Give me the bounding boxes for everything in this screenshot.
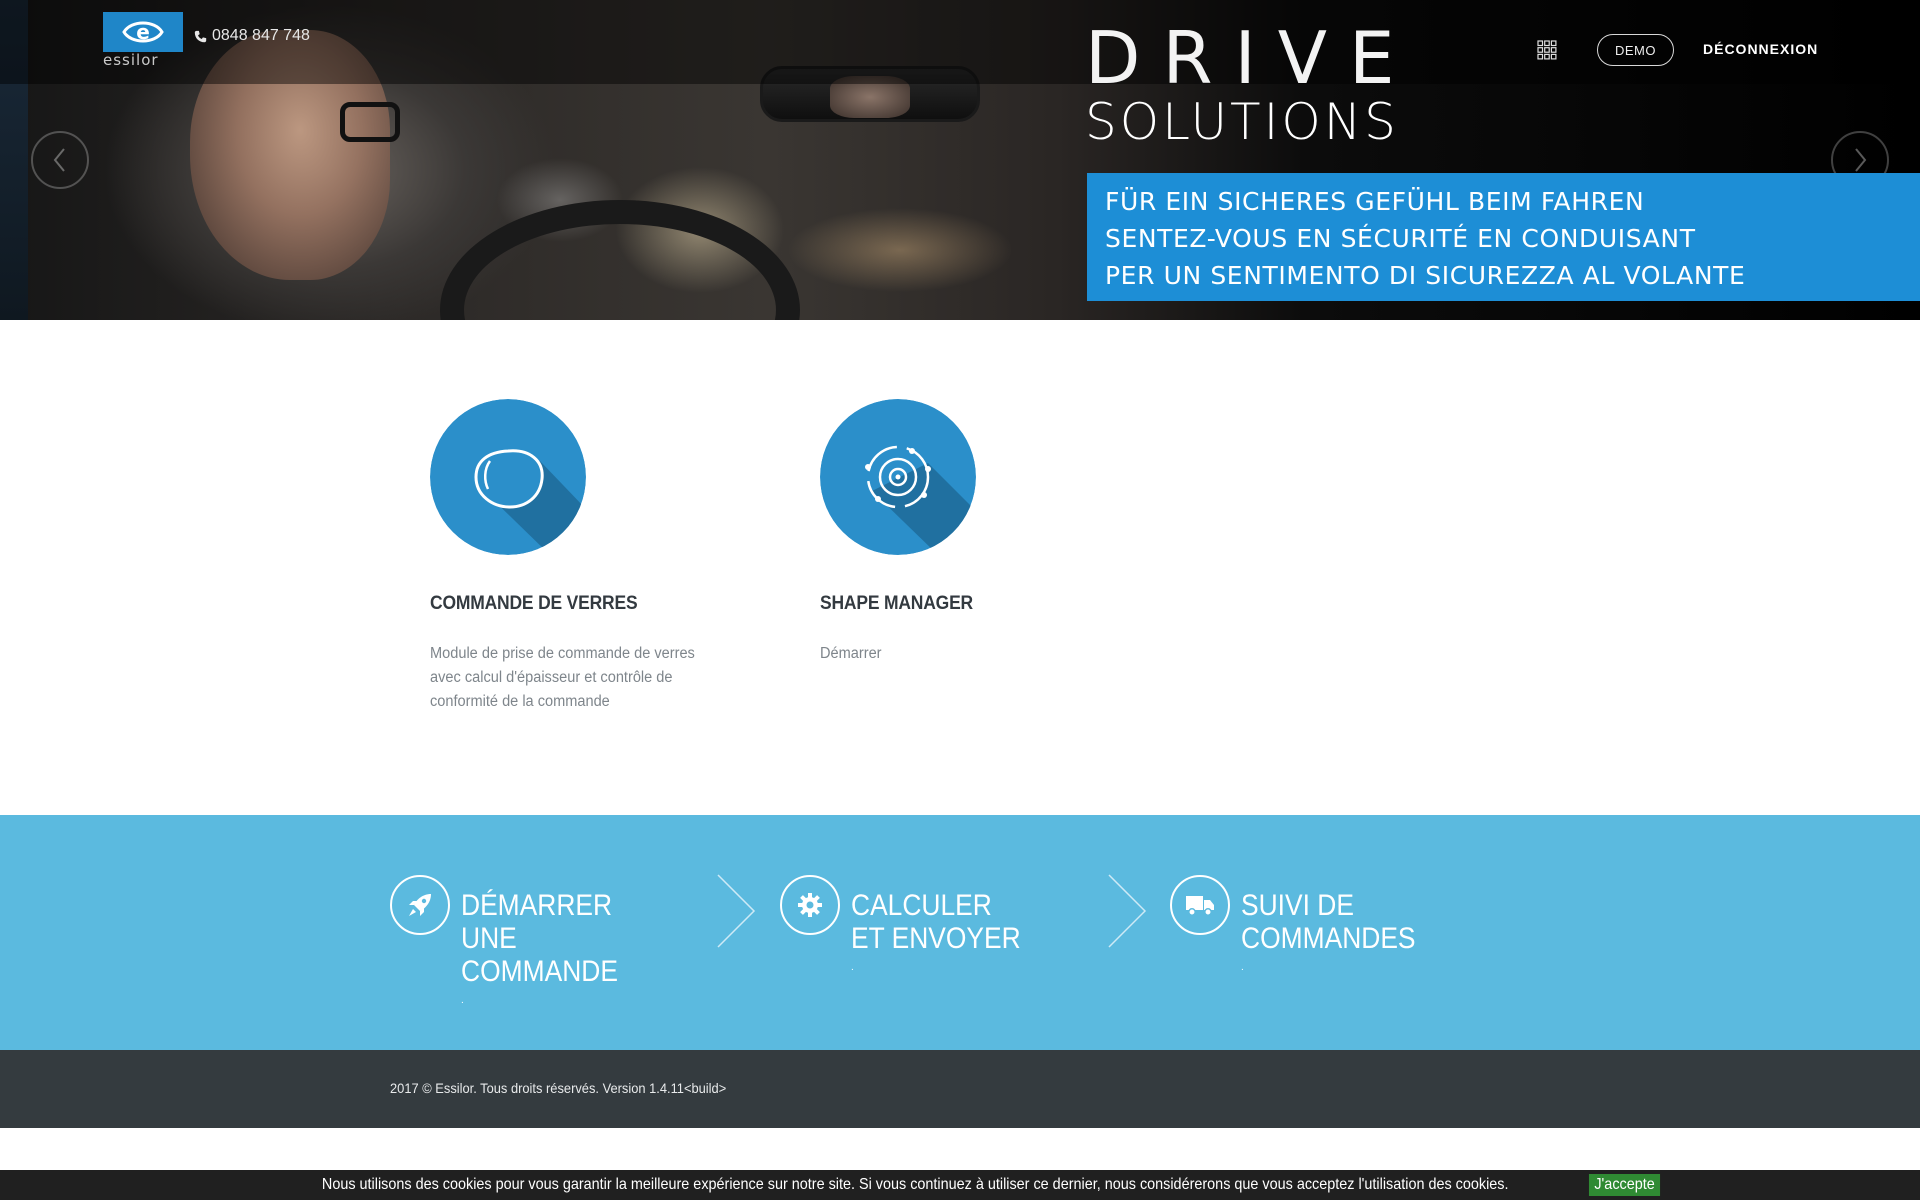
hero-steering-wheel <box>440 200 800 320</box>
footer-copyright: 2017 © Essilor. Tous droits réservés. Ve… <box>390 1080 727 1096</box>
svg-text:e: e <box>136 20 150 44</box>
module-shape-manager[interactable]: SHAPE MANAGER Démarrer <box>820 399 1140 666</box>
phone-contact[interactable]: 0848 847 748 <box>194 27 310 45</box>
cookie-message: Nous utilisons des cookies pour vous gar… <box>322 1176 1509 1193</box>
hero-banner: e essilor 0848 847 748 DRIVE SOLUTIONS F… <box>0 0 1920 320</box>
carousel-prev-button[interactable] <box>31 131 89 189</box>
essilor-logo-mark: e <box>103 12 183 52</box>
step-dot: . <box>851 962 854 973</box>
hero-tagline-de: FÜR EIN SICHERES GEFÜHL BEIM FAHREN <box>1105 187 1645 216</box>
logout-link[interactable]: DÉCONNEXION <box>1703 41 1818 57</box>
apps-grid-button[interactable] <box>1537 40 1557 60</box>
step-label: CALCULER ET ENVOYER <box>851 889 1021 955</box>
phone-number: 0848 847 748 <box>212 27 310 44</box>
hero-title-drive: DRIVE <box>1085 16 1417 100</box>
cookie-banner: Nous utilisons des cookies pour vous gar… <box>0 1170 1920 1200</box>
essilor-eye-icon: e <box>122 20 164 44</box>
essilor-logo[interactable]: e essilor <box>103 12 183 68</box>
hero-title-solutions: SOLUTIONS <box>1085 93 1399 151</box>
module-commande-de-verres[interactable]: COMMANDE DE VERRES Module de prise de co… <box>430 399 750 714</box>
module-title[interactable]: COMMANDE DE VERRES <box>430 593 724 615</box>
step-start-order[interactable]: DÉMARRER UNE COMMANDE . <box>390 875 661 1006</box>
step-chevron-icon <box>1108 874 1147 948</box>
demo-button[interactable]: DEMO <box>1597 34 1674 66</box>
hero-tagline-it: PER UN SENTIMENTO DI SICUREZZA AL VOLANT… <box>1105 261 1746 290</box>
step-label: DÉMARRER UNE COMMANDE <box>461 889 618 988</box>
truck-icon <box>1170 875 1230 935</box>
hero-title: DRIVE SOLUTIONS <box>1085 22 1416 150</box>
lens-icon[interactable] <box>430 399 586 555</box>
hero-tagline-box: FÜR EIN SICHERES GEFÜHL BEIM FAHREN SENT… <box>1087 173 1920 301</box>
step-chevron-icon <box>717 874 756 948</box>
module-title[interactable]: SHAPE MANAGER <box>820 593 1114 615</box>
step-dot: . <box>1241 962 1244 973</box>
rocket-icon <box>390 875 450 935</box>
chevron-left-icon <box>53 148 65 172</box>
module-start-link[interactable]: Démarrer <box>820 642 1093 666</box>
hero-driver-glasses <box>340 102 400 142</box>
module-description: Module de prise de commande de verres av… <box>430 645 695 710</box>
step-calculate-send[interactable]: CALCULER ET ENVOYER . <box>780 875 1051 973</box>
hero-tagline-fr: SENTEZ-VOUS EN SÉCURITÉ EN CONDUISANT <box>1105 224 1696 253</box>
phone-icon <box>194 30 207 42</box>
step-dot: . <box>461 995 464 1006</box>
step-order-tracking[interactable]: SUIVI DE COMMANDES . <box>1170 875 1441 973</box>
essilor-logo-text: essilor <box>103 51 159 69</box>
grid-icon <box>1537 40 1557 60</box>
gear-icon <box>780 875 840 935</box>
steps-band: DÉMARRER UNE COMMANDE . CALCULER ET ENVO… <box>0 815 1920 1050</box>
shape-scan-icon[interactable] <box>820 399 976 555</box>
chevron-right-icon <box>1855 148 1867 172</box>
step-label: SUIVI DE COMMANDES <box>1241 889 1416 955</box>
cookie-accept-button[interactable]: J'accepte <box>1588 1174 1660 1196</box>
footer: 2017 © Essilor. Tous droits réservés. Ve… <box>0 1050 1920 1128</box>
